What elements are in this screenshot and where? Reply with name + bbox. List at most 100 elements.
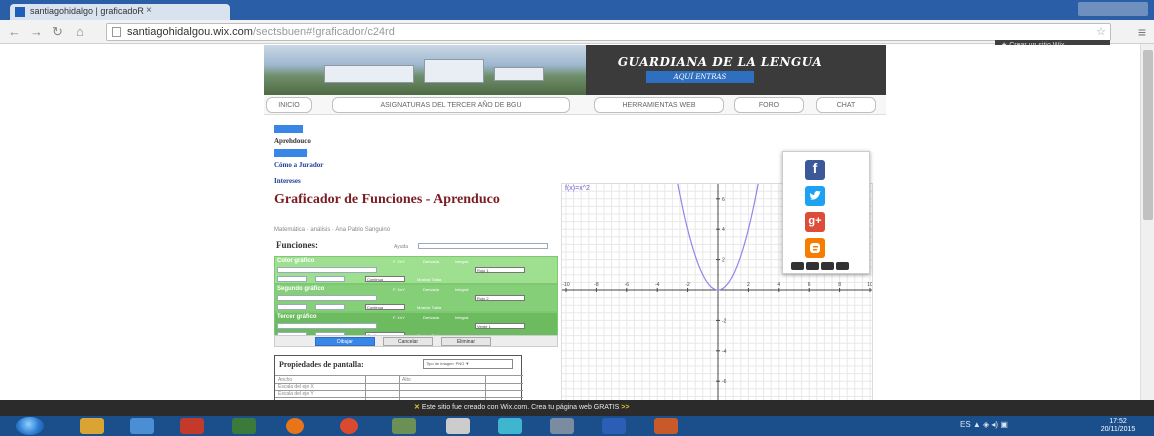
image-type-select[interactable]: Tipo de imagen: PNG ▼	[423, 359, 513, 369]
y-tick-label: 6	[722, 197, 725, 203]
function-row-1: Color gráfico F. XnY Derivada Integral R…	[274, 256, 558, 284]
url-host: santiagohidalgou.wix.com	[127, 26, 253, 38]
range-input[interactable]	[277, 276, 307, 282]
color-select-3[interactable]: Verde 1	[475, 323, 525, 329]
home-icon[interactable]: ⌂	[76, 24, 84, 39]
nav-foro[interactable]: FORO	[734, 97, 804, 113]
function-input-1[interactable]	[277, 267, 377, 273]
browser-menu-icon[interactable]: ≡	[1138, 24, 1146, 40]
more-share-icon[interactable]	[806, 262, 819, 270]
address-bar[interactable]: santiagohidalgou.wix.com/sectsbuen#!graf…	[106, 23, 1111, 41]
page-scrollbar[interactable]	[1140, 44, 1154, 400]
app-icon[interactable]	[232, 418, 256, 434]
show-table-label[interactable]: Mostrar Tabla	[417, 305, 441, 310]
prop-row-label: Alto	[402, 377, 411, 383]
scroll-thumb[interactable]	[1143, 50, 1153, 220]
x-tick-label: 4	[777, 282, 780, 288]
row-label: Color gráfico	[277, 258, 315, 264]
y-tick-label: -2	[722, 318, 727, 324]
divider	[399, 376, 400, 403]
mode-select-1[interactable]: Continua	[365, 276, 405, 282]
firefox-icon[interactable]	[286, 418, 304, 434]
option-derivada[interactable]: Derivada	[423, 287, 439, 292]
chrome-icon[interactable]	[340, 418, 358, 434]
option-fxy[interactable]: F. XnY	[393, 315, 405, 320]
option-derivada[interactable]: Derivada	[423, 259, 439, 264]
app-icon[interactable]	[498, 418, 522, 434]
y-tick-label: -6	[722, 379, 727, 385]
help-input[interactable]	[418, 243, 548, 249]
function-input-2[interactable]	[277, 295, 377, 301]
browser-tab[interactable]: santiagohidalgo | graficadoR ×	[10, 4, 230, 20]
sidebar-link-intereses[interactable]: Intereses	[274, 177, 301, 185]
divider	[365, 376, 366, 403]
range-input[interactable]	[277, 304, 307, 310]
show-table-label[interactable]: Mostrar Tabla	[417, 277, 441, 282]
delete-button[interactable]: Eliminar	[441, 337, 491, 346]
more-share-icon[interactable]	[791, 262, 804, 270]
system-clock[interactable]: 17:52 20/11/2015	[1098, 418, 1138, 434]
color-select-2[interactable]: Rojo 2	[475, 295, 525, 301]
option-fxy[interactable]: F. XnY	[393, 259, 405, 264]
app-icon[interactable]	[550, 418, 574, 434]
nav-asignaturas[interactable]: ASIGNATURAS DEL TERCER AÑO DE BGU	[332, 97, 570, 113]
function-input-3[interactable]	[277, 323, 377, 329]
color-select-1[interactable]: Rojo 1	[475, 267, 525, 273]
page-meta: Matemática · análisis · Ana Pablo Sangui…	[274, 227, 391, 233]
tab-close-icon[interactable]: ×	[146, 5, 152, 16]
prop-row-label: Escala del eje X	[278, 384, 314, 390]
option-integral[interactable]: Integral	[455, 287, 468, 292]
clock-time: 17:52	[1109, 418, 1127, 425]
draw-button[interactable]: Dibujar	[315, 337, 375, 346]
wix-x-icon: ✕	[414, 404, 422, 411]
sidebar-link-geogebra[interactable]: Geogebra	[274, 125, 304, 133]
graficador-form: Funciones: Ayuda Color gráfico F. XnY De…	[274, 238, 558, 350]
google-plus-share-button[interactable]: g+	[805, 212, 825, 232]
nav-herramientas[interactable]: HERRAMIENTAS WEB	[594, 97, 724, 113]
back-icon[interactable]: ←	[8, 24, 21, 39]
nav-chat[interactable]: CHAT	[816, 97, 876, 113]
x-tick-label: 10	[867, 282, 872, 288]
range-input[interactable]	[315, 304, 345, 310]
more-share-icon[interactable]	[836, 262, 849, 270]
twitter-share-button[interactable]	[805, 186, 825, 206]
range-input[interactable]	[315, 276, 345, 282]
wix-favicon-icon	[15, 7, 25, 17]
blogger-share-button[interactable]	[805, 238, 825, 258]
properties-title: Propiedades de pantalla:	[279, 360, 364, 369]
facebook-share-button[interactable]: f	[805, 160, 825, 180]
more-share-icon[interactable]	[821, 262, 834, 270]
option-fxy[interactable]: F. XnY	[393, 287, 405, 292]
window-controls[interactable]	[1078, 2, 1148, 16]
option-integral[interactable]: Integral	[455, 259, 468, 264]
header-photo	[264, 45, 586, 95]
folder-icon[interactable]	[80, 418, 104, 434]
reload-icon[interactable]: ↻	[52, 24, 63, 40]
nav-inicio[interactable]: INICIO	[266, 97, 312, 113]
page-icon	[112, 27, 121, 37]
ad-cta[interactable]: >>	[621, 404, 629, 411]
sidebar-link-graficador[interactable]: Graficador	[274, 149, 308, 157]
option-integral[interactable]: Integral	[455, 315, 468, 320]
sidebar-link-aprehdouco[interactable]: Aprehdouco	[274, 137, 311, 145]
cancel-button[interactable]: Cancelar	[383, 337, 433, 346]
wix-ad-banner[interactable]: ✕ Este sitio fue creado con Wix.com. Cre…	[0, 400, 1154, 416]
explorer-icon[interactable]	[130, 418, 154, 434]
app-icon[interactable]	[654, 418, 678, 434]
tab-title: santiagohidalgo | graficadoR	[30, 6, 144, 16]
sidebar-link-como[interactable]: Cómo a Jurador	[274, 161, 323, 169]
forward-icon[interactable]: →	[30, 24, 43, 39]
building-shape	[424, 59, 484, 83]
mode-select-2[interactable]: Continua	[365, 304, 405, 310]
system-tray[interactable]: ES ▲ ◈ ◂) ▣	[960, 420, 1008, 429]
media-icon[interactable]	[180, 418, 204, 434]
start-button-icon[interactable]	[16, 417, 44, 435]
header-subtitle[interactable]: AQUÍ ENTRAS	[646, 71, 754, 83]
site-header: GUARDIANA DE LA LENGUA AQUÍ ENTRAS	[264, 45, 886, 95]
option-derivada[interactable]: Derivada	[423, 315, 439, 320]
y-tick-label: 2	[722, 258, 725, 264]
word-icon[interactable]	[602, 418, 626, 434]
app-icon[interactable]	[446, 418, 470, 434]
bookmark-star-icon[interactable]: ☆	[1096, 25, 1106, 38]
app-icon[interactable]	[392, 418, 416, 434]
